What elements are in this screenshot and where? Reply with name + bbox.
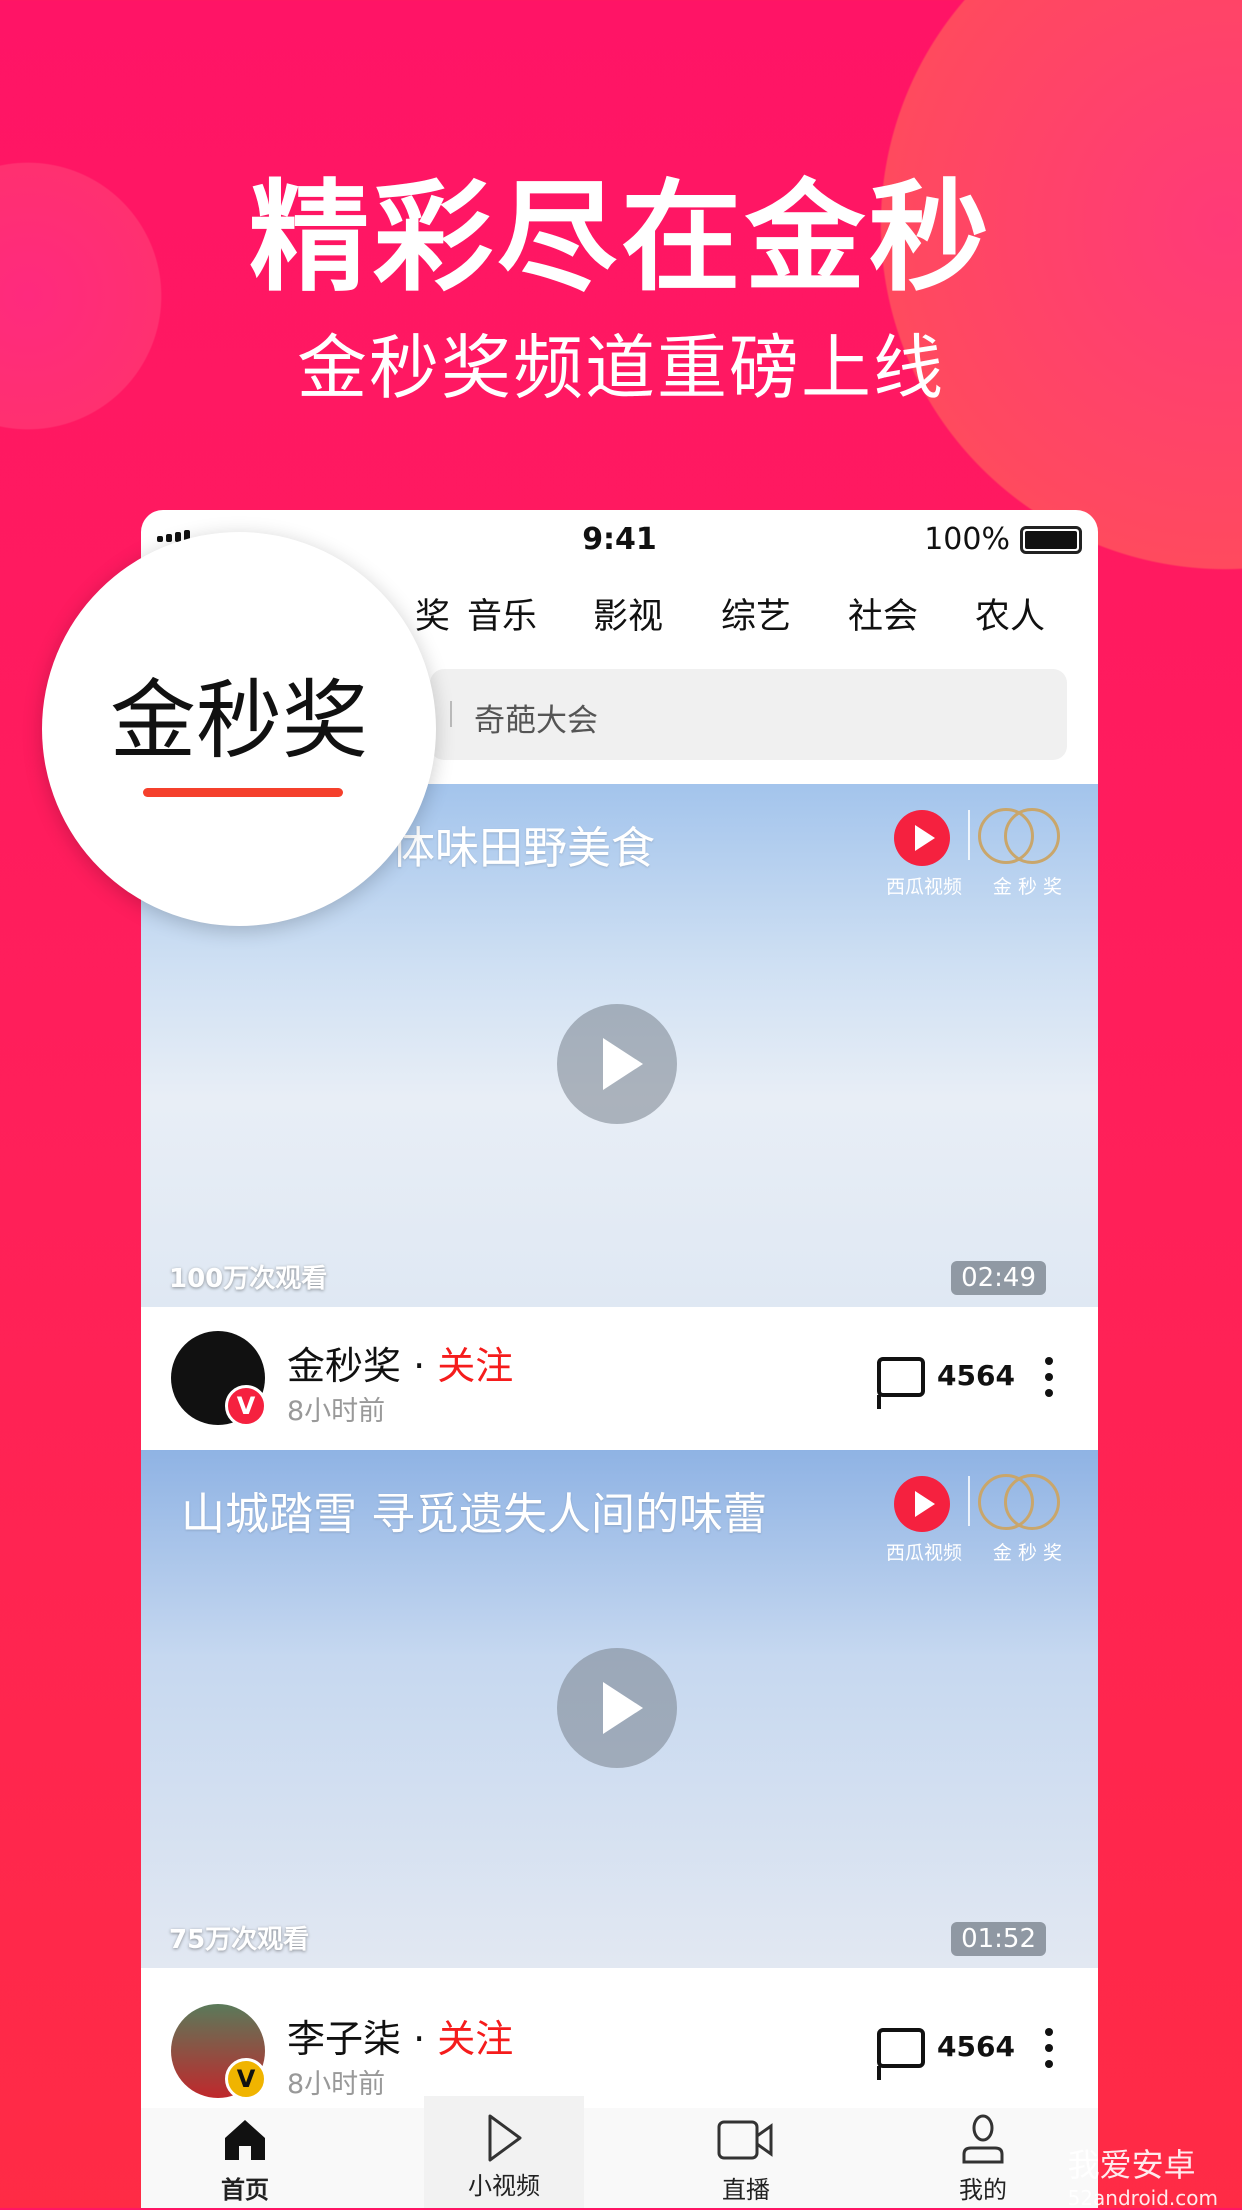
video-title: 体味田野美食 <box>391 823 655 874</box>
nav-short-video[interactable]: 小视频 <box>424 2096 584 2208</box>
comment-count: 4564 <box>937 2030 1015 2063</box>
play-icon[interactable] <box>557 1648 677 1768</box>
author-name[interactable]: 李子柒 <box>287 2017 401 2061</box>
time-ago: 8小时前 <box>287 2069 386 2100</box>
video-meta-row: V 金秒奖 · 关注 8小时前 4564 <box>141 1307 1098 1450</box>
battery-percent: 100% <box>924 522 1010 557</box>
battery-icon <box>1020 526 1082 554</box>
jinmiao-logo-icon <box>978 1474 1062 1534</box>
tab-farmer[interactable]: 农人 <box>975 588 1045 639</box>
nav-live[interactable]: 直播 <box>666 2108 826 2208</box>
xigua-caption: 西瓜视频 <box>885 876 962 898</box>
nav-label: 小视频 <box>468 2172 540 2200</box>
user-icon <box>962 2114 1004 2164</box>
video-camera-icon <box>717 2120 773 2160</box>
logo-divider <box>968 810 970 860</box>
video-card[interactable]: 山城踏雪 寻觅遗失人间的味蕾 西瓜视频 金 秒 奖 75万次观看 01:52 <box>141 1450 1098 1968</box>
jinmiao-logo-icon <box>978 808 1062 868</box>
nav-label: 直播 <box>722 2176 770 2204</box>
watermark-name: 我爱安卓 <box>1067 2146 1196 2184</box>
xigua-caption: 西瓜视频 <box>885 1542 962 1564</box>
video-meta-row: V 李子柒 · 关注 8小时前 4564 <box>141 1968 1098 2111</box>
bottom-nav: 首页 小视频 直播 我的 <box>141 2096 1098 2208</box>
nav-home[interactable]: 首页 <box>165 2108 325 2208</box>
author-name[interactable]: 金秒奖 <box>287 1344 401 1388</box>
verified-badge-icon: V <box>225 1385 267 1427</box>
magnifier-callout: 金秒奖 <box>42 532 436 926</box>
jinmiao-caption: 金 秒 奖 <box>992 876 1062 898</box>
time-ago: 8小时前 <box>287 1396 386 1427</box>
comment-count: 4564 <box>937 1359 1015 1392</box>
view-count: 75万次观看 <box>169 1925 310 1955</box>
follow-button[interactable]: 关注 <box>437 1344 513 1388</box>
search-placeholder: 奇葩大会 <box>474 703 598 739</box>
duration: 02:49 <box>951 1261 1046 1295</box>
play-icon[interactable] <box>557 1004 677 1124</box>
watermark-url: 52android.com <box>1067 2186 1218 2210</box>
comment-icon[interactable] <box>877 2028 925 2080</box>
magnifier-label: 金秒奖 <box>110 671 368 771</box>
comment-icon[interactable] <box>877 1357 925 1409</box>
duration: 01:52 <box>951 1922 1046 1956</box>
home-icon <box>225 2120 265 2160</box>
play-icon <box>488 2114 522 2162</box>
promo-headline: 精彩尽在金秒 <box>249 169 993 308</box>
nav-label: 我的 <box>959 2176 1007 2204</box>
xigua-logo-icon <box>894 810 950 866</box>
nav-me[interactable]: 我的 <box>903 2108 1063 2208</box>
xigua-logo-icon <box>894 1476 950 1532</box>
search-input[interactable]: 奇葩大会 <box>430 669 1067 760</box>
more-icon[interactable] <box>1045 1357 1053 1397</box>
tab-society[interactable]: 社会 <box>848 588 918 639</box>
tab-film[interactable]: 影视 <box>593 588 663 639</box>
promo-subheadline: 金秒奖频道重磅上线 <box>297 327 945 409</box>
tab-jinmiao[interactable]: 奖 <box>415 588 450 639</box>
video-title: 山城踏雪 寻觅遗失人间的味蕾 <box>181 1489 767 1540</box>
tab-variety[interactable]: 综艺 <box>721 588 791 639</box>
logo-divider <box>968 1476 970 1526</box>
nav-label: 首页 <box>221 2176 269 2204</box>
verified-badge-icon: V <box>225 2058 267 2100</box>
watermark: 我爱安卓 52android.com <box>1068 2140 1218 2210</box>
jinmiao-caption: 金 秒 奖 <box>992 1542 1062 1564</box>
follow-button[interactable]: 关注 <box>437 2017 513 2061</box>
tab-music[interactable]: 音乐 <box>467 588 537 639</box>
active-tab-underline <box>143 788 343 797</box>
more-icon[interactable] <box>1045 2028 1053 2068</box>
view-count: 100万次观看 <box>169 1264 328 1294</box>
